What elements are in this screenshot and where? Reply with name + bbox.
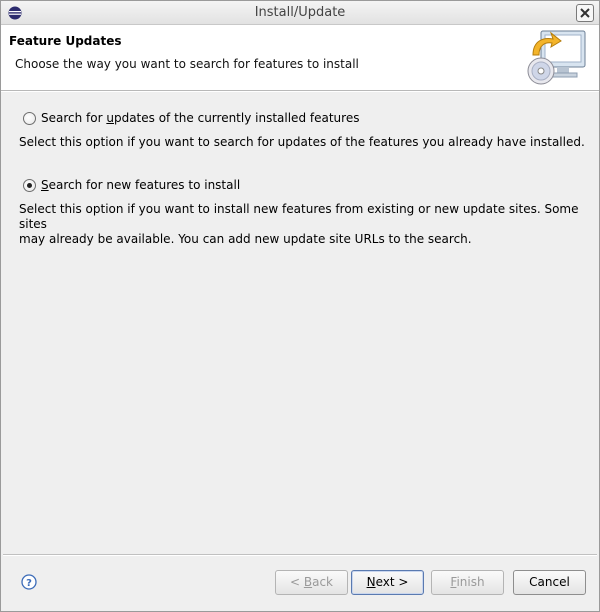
button-bar-separator: [3, 554, 597, 556]
new-features-radio[interactable]: [23, 179, 36, 192]
next-button[interactable]: Next >: [351, 570, 424, 595]
close-button[interactable]: [576, 4, 594, 22]
page-title: Feature Updates: [9, 34, 122, 48]
install-update-dialog: Install/Update Feature Updates Choose th…: [0, 0, 600, 612]
help-icon[interactable]: ?: [21, 574, 37, 590]
update-installed-label[interactable]: Search for updates of the currently inst…: [41, 111, 359, 125]
update-installed-radio[interactable]: [23, 112, 36, 125]
header-separator: [1, 91, 599, 92]
install-update-wizard-graphic: [527, 30, 586, 85]
back-button[interactable]: < Back: [275, 570, 348, 595]
cancel-button[interactable]: Cancel: [513, 570, 586, 595]
page-description: Choose the way you want to search for fe…: [15, 57, 359, 71]
new-features-label[interactable]: Search for new features to install: [41, 178, 240, 192]
finish-button[interactable]: Finish: [431, 570, 504, 595]
update-installed-description: Select this option if you want to search…: [19, 135, 585, 149]
window-title: Install/Update: [254, 5, 346, 20]
new-features-description: Select this option if you want to instal…: [19, 202, 579, 246]
svg-text:?: ?: [26, 578, 32, 589]
close-icon: [580, 8, 590, 18]
wizard-header: Feature Updates Choose the way you want …: [1, 25, 599, 91]
title-bar: Install/Update: [1, 1, 599, 25]
